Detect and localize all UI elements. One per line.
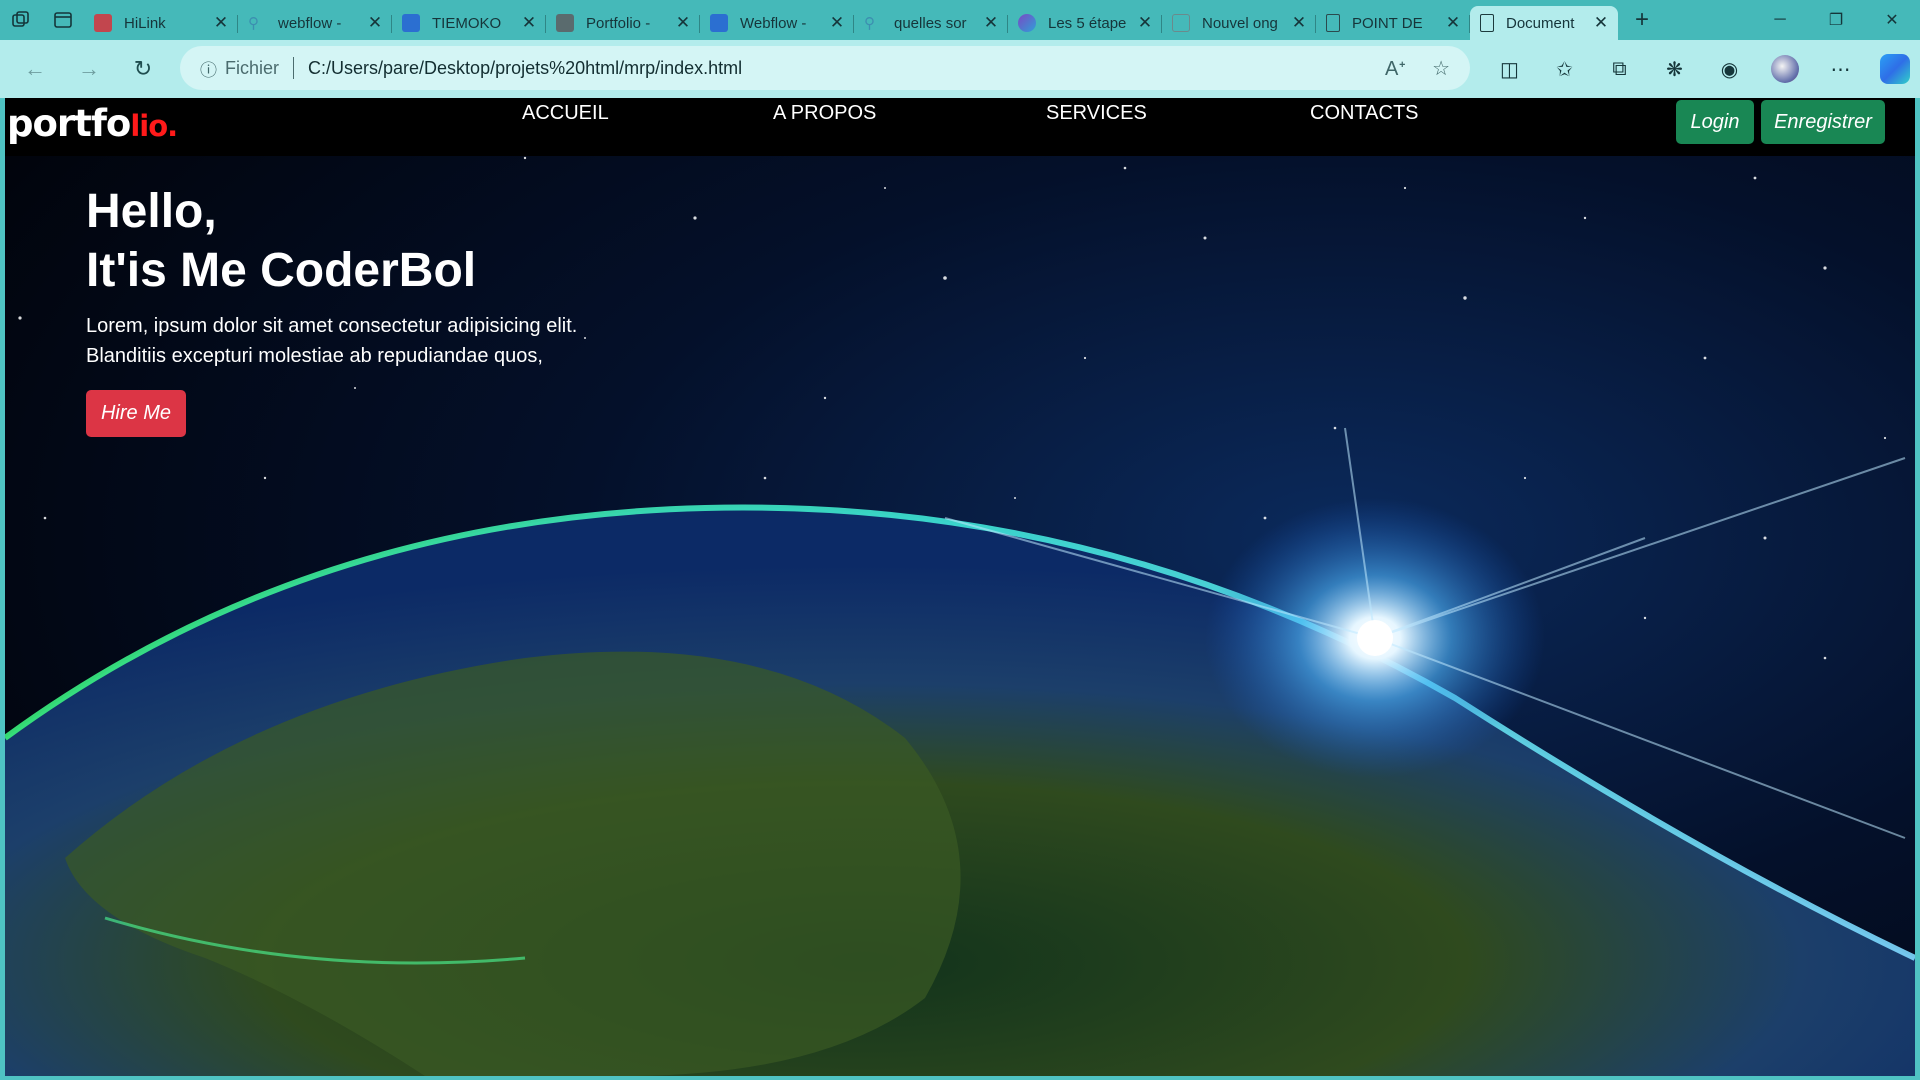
- split-screen-icon[interactable]: ◫: [1482, 49, 1537, 89]
- more-options-icon[interactable]: ⋯: [1813, 49, 1868, 89]
- toolbar-actions: ◫ ✩ ⧉ ❋ ◉ ⋯: [1482, 40, 1920, 98]
- forward-button[interactable]: →: [62, 49, 116, 89]
- minimize-icon[interactable]: ─: [1752, 0, 1808, 40]
- webflow-favicon-icon: [710, 14, 728, 32]
- new-tab-favicon-icon: [1172, 14, 1190, 32]
- document-favicon-icon: [1326, 14, 1340, 32]
- restore-icon[interactable]: ❐: [1808, 0, 1864, 40]
- hero-text-line-1: Lorem, ipsum dolor sit amet consectetur …: [86, 315, 578, 337]
- collections-icon[interactable]: ⧉: [1592, 49, 1647, 89]
- refresh-button[interactable]: ↻: [116, 49, 170, 89]
- hero-title: Hello, It'is Me CoderBol: [86, 182, 476, 300]
- tab-title: TIEMOKO: [432, 14, 502, 32]
- tab-document[interactable]: Document ✕: [1470, 6, 1618, 40]
- tab-les-5[interactable]: Les 5 étape ✕: [1008, 6, 1162, 40]
- address-url[interactable]: C:/Users/pare/Desktop/projets%20html/mrp…: [308, 58, 1359, 79]
- address-separator: [293, 57, 295, 79]
- window-controls: ─ ❐ ✕: [1752, 0, 1920, 40]
- profile-avatar[interactable]: [1771, 55, 1799, 83]
- search-favicon-icon: ⚲: [248, 15, 259, 32]
- close-tab-icon[interactable]: ✕: [520, 13, 538, 33]
- tab-portfolio[interactable]: Portfolio - ✕: [546, 6, 700, 40]
- tab-actions-icon[interactable]: [42, 0, 84, 40]
- tab-point-de[interactable]: POINT DE ✕: [1316, 6, 1470, 40]
- site-logo[interactable]: portfolio.: [7, 102, 178, 145]
- address-scheme-label: Fichier: [225, 57, 280, 78]
- copilot-icon[interactable]: [1880, 54, 1910, 84]
- tab-title: POINT DE: [1352, 14, 1423, 32]
- logo-main-text: portfo: [7, 102, 131, 145]
- tab-nouvel[interactable]: Nouvel ong ✕: [1162, 6, 1316, 40]
- browser-essentials-icon[interactable]: ◉: [1702, 49, 1757, 89]
- hero-description: Lorem, ipsum dolor sit amet consectetur …: [86, 311, 577, 371]
- login-button[interactable]: Login: [1676, 100, 1754, 144]
- tab-title: Document: [1506, 14, 1575, 32]
- nav-link-accueil[interactable]: ACCUEIL: [522, 102, 609, 125]
- back-button[interactable]: ←: [8, 49, 62, 89]
- favorites-icon[interactable]: ✩: [1537, 49, 1592, 89]
- info-icon[interactable]: ⓘ: [200, 56, 217, 81]
- copilot-favicon-icon: [1018, 14, 1036, 32]
- read-aloud-icon[interactable]: A͏ᐩ: [1385, 56, 1406, 81]
- hire-me-button[interactable]: Hire Me: [86, 390, 186, 437]
- nav-link-contacts[interactable]: CONTACTS: [1310, 102, 1419, 125]
- hero-title-line-1: Hello,: [86, 185, 217, 238]
- tab-webflow[interactable]: Webflow - ✕: [700, 6, 854, 40]
- webflow-favicon-icon: [402, 14, 420, 32]
- tab-strip: HiLink ✕ ⚲ webflow - ✕ TIEMOKO ✕ Portfol…: [0, 0, 1920, 40]
- hero-title-line-2: It'is Me CoderBol: [86, 244, 477, 297]
- tab-title: Nouvel ong: [1202, 14, 1278, 32]
- document-favicon-icon: [1480, 14, 1494, 32]
- hero-text-line-2: Blanditiis excepturi molestiae ab repudi…: [86, 345, 543, 367]
- tab-title: Les 5 étape: [1048, 14, 1127, 32]
- close-tab-icon[interactable]: ✕: [828, 13, 846, 33]
- tab-quelles[interactable]: ⚲ quelles sor ✕: [854, 6, 1008, 40]
- portfolio-favicon-icon: [556, 14, 574, 32]
- favorite-star-icon[interactable]: ☆: [1432, 56, 1450, 81]
- logo-accent-text: lio.: [130, 109, 178, 143]
- tab-webflow-search[interactable]: ⚲ webflow - ✕: [238, 6, 392, 40]
- tab-favicon-icon: [94, 14, 112, 32]
- site-navbar: portfolio. ACCUEIL A PROPOS SERVICES CON…: [5, 98, 1915, 156]
- tab-tiemoko[interactable]: TIEMOKO ✕: [392, 6, 546, 40]
- page-viewport: portfolio. ACCUEIL A PROPOS SERVICES CON…: [5, 98, 1915, 1076]
- close-tab-icon[interactable]: ✕: [674, 13, 692, 33]
- tab-title: webflow -: [278, 14, 342, 32]
- register-button[interactable]: Enregistrer: [1761, 100, 1885, 144]
- close-tab-icon[interactable]: ✕: [1444, 13, 1462, 33]
- nav-link-a-propos[interactable]: A PROPOS: [773, 102, 876, 125]
- workspaces-icon[interactable]: [0, 0, 42, 40]
- extension-icon[interactable]: ❋: [1647, 49, 1702, 89]
- address-bar[interactable]: ⓘ Fichier C:/Users/pare/Desktop/projets%…: [180, 46, 1470, 90]
- tab-title: Portfolio -: [586, 14, 651, 32]
- close-tab-icon[interactable]: ✕: [982, 13, 1000, 33]
- tab-hilink[interactable]: HiLink ✕: [84, 6, 238, 40]
- close-tab-icon[interactable]: ✕: [366, 13, 384, 33]
- nav-link-services[interactable]: SERVICES: [1046, 102, 1147, 125]
- close-tab-icon[interactable]: ✕: [1290, 13, 1308, 33]
- close-tab-icon[interactable]: ✕: [1592, 13, 1610, 33]
- tab-title: Webflow -: [740, 14, 807, 32]
- close-window-icon[interactable]: ✕: [1864, 0, 1920, 40]
- close-tab-icon[interactable]: ✕: [1136, 13, 1154, 33]
- new-tab-button[interactable]: +: [1622, 3, 1662, 37]
- close-tab-icon[interactable]: ✕: [212, 13, 230, 33]
- tab-list: HiLink ✕ ⚲ webflow - ✕ TIEMOKO ✕ Portfol…: [84, 0, 1618, 40]
- tab-title: quelles sor: [894, 14, 967, 32]
- search-favicon-icon: ⚲: [864, 15, 875, 32]
- tab-title: HiLink: [124, 14, 166, 32]
- browser-toolbar: ← → ↻ ⓘ Fichier C:/Users/pare/Desktop/pr…: [0, 40, 1920, 98]
